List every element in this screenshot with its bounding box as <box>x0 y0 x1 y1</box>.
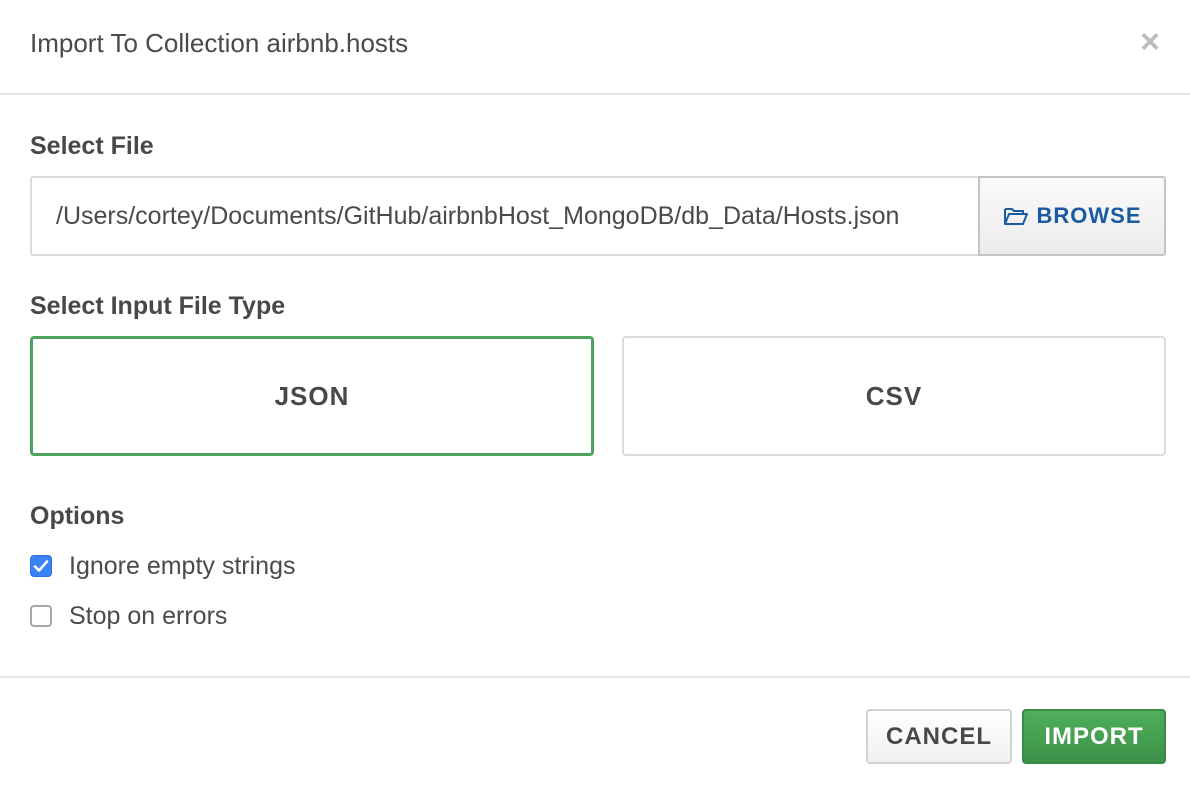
option-ignore-empty-strings[interactable]: Ignore empty strings <box>30 551 296 581</box>
ignore-empty-strings-label: Ignore empty strings <box>69 551 296 580</box>
stop-on-errors-checkbox[interactable] <box>30 605 52 627</box>
dialog-header: Import To Collection airbnb.hosts × <box>0 0 1190 95</box>
file-path-input[interactable] <box>30 176 978 256</box>
import-button[interactable]: IMPORT <box>1022 709 1166 764</box>
folder-open-icon <box>1003 205 1029 227</box>
cancel-button[interactable]: CANCEL <box>866 709 1012 764</box>
options-label: Options <box>30 502 125 530</box>
file-type-csv-label: CSV <box>865 380 923 411</box>
close-icon[interactable]: × <box>1134 25 1166 59</box>
option-stop-on-errors[interactable]: Stop on errors <box>30 601 227 631</box>
select-file-label: Select File <box>30 132 154 160</box>
import-dialog: Import To Collection airbnb.hosts × Sele… <box>0 0 1190 788</box>
file-type-label: Select Input File Type <box>30 292 286 320</box>
checkmark-icon <box>33 560 49 572</box>
footer-divider <box>0 676 1190 678</box>
ignore-empty-strings-checkbox[interactable] <box>30 555 52 577</box>
file-type-json-option[interactable]: JSON <box>30 336 594 456</box>
browse-button-label: BROWSE <box>1036 203 1142 228</box>
stop-on-errors-label: Stop on errors <box>69 601 228 630</box>
file-type-json-label: JSON <box>274 380 350 411</box>
dialog-title: Import To Collection airbnb.hosts <box>30 28 409 58</box>
browse-button[interactable]: BROWSE <box>978 176 1166 256</box>
file-type-csv-option[interactable]: CSV <box>622 336 1166 456</box>
